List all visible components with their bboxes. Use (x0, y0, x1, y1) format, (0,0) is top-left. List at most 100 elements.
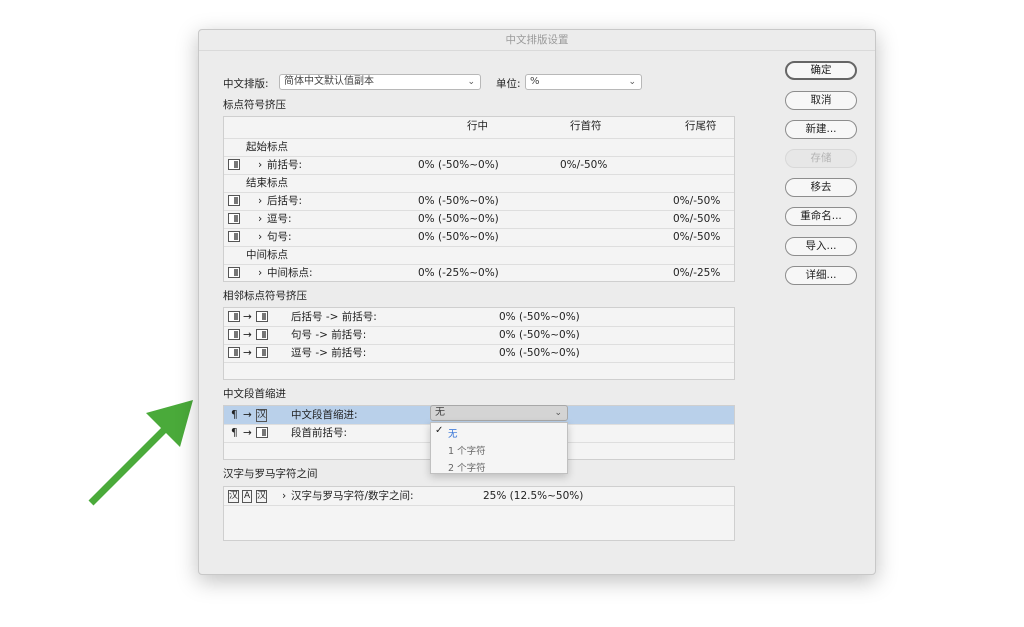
row-end-value[interactable]: 0%/-50% (673, 210, 720, 228)
punct-row[interactable]: › 后括号: 0% (-50%~0%) 0%/-50% (224, 192, 734, 211)
row-mid-value[interactable]: 0% (-25%~0%) (418, 264, 499, 282)
menu-option-2-char[interactable]: 2 个字符 (448, 460, 486, 474)
row-value[interactable]: 25% (12.5%~50%) (483, 487, 583, 505)
row-start-value[interactable]: 0%/-50% (560, 156, 607, 174)
open-bracket-icon (256, 427, 268, 438)
import-button[interactable]: 导入... (785, 237, 857, 256)
row-end-value[interactable]: 0%/-50% (673, 228, 720, 246)
middle-dot-icon (228, 267, 240, 278)
col-header-end: 行尾符 (685, 120, 717, 132)
han-char-icon: 汉 (228, 490, 240, 503)
row-label: 后括号 -> 前括号: (291, 311, 377, 323)
row-value[interactable]: 0% (-50%~0%) (499, 344, 580, 362)
group-label: 中间标点 (246, 249, 288, 261)
open-bracket-icon (256, 347, 268, 358)
punct-group-row: 结束标点 (224, 174, 734, 193)
expand-chevron-icon[interactable]: › (282, 487, 286, 505)
row-mid-value[interactable]: 0% (-50%~0%) (418, 228, 499, 246)
row-mid-value[interactable]: 0% (-50%~0%) (418, 210, 499, 228)
punct-group-row: 中间标点 (224, 246, 734, 265)
hanroman-row[interactable]: 汉 A 汉 › 汉字与罗马字符/数字之间: 25% (12.5%~50%) (224, 487, 734, 506)
close-bracket-icon (228, 195, 240, 206)
adjacent-row[interactable]: → 逗号 -> 前括号: 0% (-50%~0%) (224, 344, 734, 363)
cancel-button[interactable]: 取消 (785, 91, 857, 110)
group-label: 结束标点 (246, 177, 288, 189)
unit-select-value: % (530, 76, 540, 87)
pilcrow-icon: ¶ (231, 427, 238, 439)
arrow-icon: → (243, 427, 252, 439)
expand-chevron-icon[interactable]: › (258, 156, 262, 174)
punct-section-title: 标点符号挤压 (223, 99, 286, 111)
remove-button[interactable]: 移去 (785, 178, 857, 197)
period-icon (228, 329, 240, 340)
arrow-icon: → (243, 409, 252, 421)
open-bracket-icon (228, 159, 240, 170)
row-label: 逗号: (267, 213, 292, 225)
chevron-down-icon: ⌄ (628, 77, 636, 87)
comma-icon (228, 213, 240, 224)
rename-button[interactable]: 重命名... (785, 207, 857, 226)
menu-option-1-char[interactable]: 1 个字符 (448, 443, 486, 457)
adjacent-row[interactable]: → 句号 -> 前括号: 0% (-50%~0%) (224, 326, 734, 345)
indent-select[interactable]: 无 ⌄ (430, 405, 568, 421)
punct-row[interactable]: › 中间标点: 0% (-25%~0%) 0%/-25% (224, 264, 734, 282)
row-label: 后括号: (267, 195, 303, 207)
expand-chevron-icon[interactable]: › (258, 264, 262, 282)
row-label: 中间标点: (267, 267, 313, 279)
unit-label: 单位: (496, 78, 521, 90)
row-label: 前括号: (267, 159, 303, 171)
arrow-icon: → (243, 347, 252, 359)
arrow-icon: → (243, 311, 252, 323)
expand-chevron-icon[interactable]: › (258, 210, 262, 228)
row-label: 逗号 -> 前括号: (291, 347, 367, 359)
close-bracket-icon (228, 311, 240, 322)
set-label: 中文排版: (223, 78, 269, 90)
row-label: 句号: (267, 231, 292, 243)
details-button[interactable]: 详细... (785, 266, 857, 285)
adjacent-row[interactable]: → 后括号 -> 前括号: 0% (-50%~0%) (224, 308, 734, 327)
ok-button[interactable]: 确定 (785, 61, 857, 80)
row-end-value[interactable]: 0%/-25% (673, 264, 720, 282)
indent-dropdown-menu: ✓ 无 1 个字符 2 个字符 (430, 422, 568, 474)
adjacent-table: → 后括号 -> 前括号: 0% (-50%~0%) → 句号 -> 前括号: … (223, 307, 735, 380)
hanroman-table: 汉 A 汉 › 汉字与罗马字符/数字之间: 25% (12.5%~50%) (223, 486, 735, 541)
set-select[interactable]: 简体中文默认值副本 ⌄ (279, 74, 481, 90)
punct-header-row: 行中 行首符 行尾符 (224, 117, 734, 139)
open-bracket-icon (256, 329, 268, 340)
row-label: 句号 -> 前括号: (291, 329, 367, 341)
punct-table: 行中 行首符 行尾符 起始标点 › 前括号: 0% (-50%~0%) 0%/-… (223, 116, 735, 282)
punct-row[interactable]: › 句号: 0% (-50%~0%) 0%/-50% (224, 228, 734, 247)
adjacent-section-title: 相邻标点符号挤压 (223, 290, 307, 302)
col-header-mid: 行中 (467, 120, 488, 132)
row-value[interactable]: 0% (-50%~0%) (499, 308, 580, 326)
punct-row[interactable]: › 逗号: 0% (-50%~0%) 0%/-50% (224, 210, 734, 229)
pilcrow-icon: ¶ (231, 409, 238, 421)
save-button[interactable]: 存储 (785, 149, 857, 168)
punct-row[interactable]: › 前括号: 0% (-50%~0%) 0%/-50% (224, 156, 734, 175)
unit-select[interactable]: % ⌄ (525, 74, 642, 90)
col-header-start: 行首符 (570, 120, 602, 132)
menu-option-none[interactable]: 无 (448, 426, 458, 440)
row-end-value[interactable]: 0%/-50% (673, 192, 720, 210)
expand-chevron-icon[interactable]: › (258, 192, 262, 210)
roman-char-icon: A (242, 490, 253, 503)
row-value[interactable]: 0% (-50%~0%) (499, 326, 580, 344)
open-bracket-icon (256, 311, 268, 322)
indent-section-title: 中文段首缩进 (223, 388, 286, 400)
dialog-title: 中文排版设置 (199, 30, 875, 51)
arrow-icon: → (243, 329, 252, 341)
row-mid-value[interactable]: 0% (-50%~0%) (418, 156, 499, 174)
row-mid-value[interactable]: 0% (-50%~0%) (418, 192, 499, 210)
chinese-typesetting-dialog: 中文排版设置 中文排版: 简体中文默认值副本 ⌄ 单位: % ⌄ 标点符号挤压 … (198, 29, 876, 575)
comma-icon (228, 347, 240, 358)
row-label: 中文段首缩进: (291, 409, 358, 421)
punct-group-row: 起始标点 (224, 138, 734, 157)
new-button[interactable]: 新建... (785, 120, 857, 139)
expand-chevron-icon[interactable]: › (258, 228, 262, 246)
group-label: 起始标点 (246, 141, 288, 153)
chevron-down-icon: ⌄ (467, 77, 475, 87)
row-label: 汉字与罗马字符/数字之间: (291, 490, 414, 502)
han-char-icon: 汉 (256, 409, 268, 422)
period-icon (228, 231, 240, 242)
chevron-down-icon: ⌄ (554, 408, 562, 418)
